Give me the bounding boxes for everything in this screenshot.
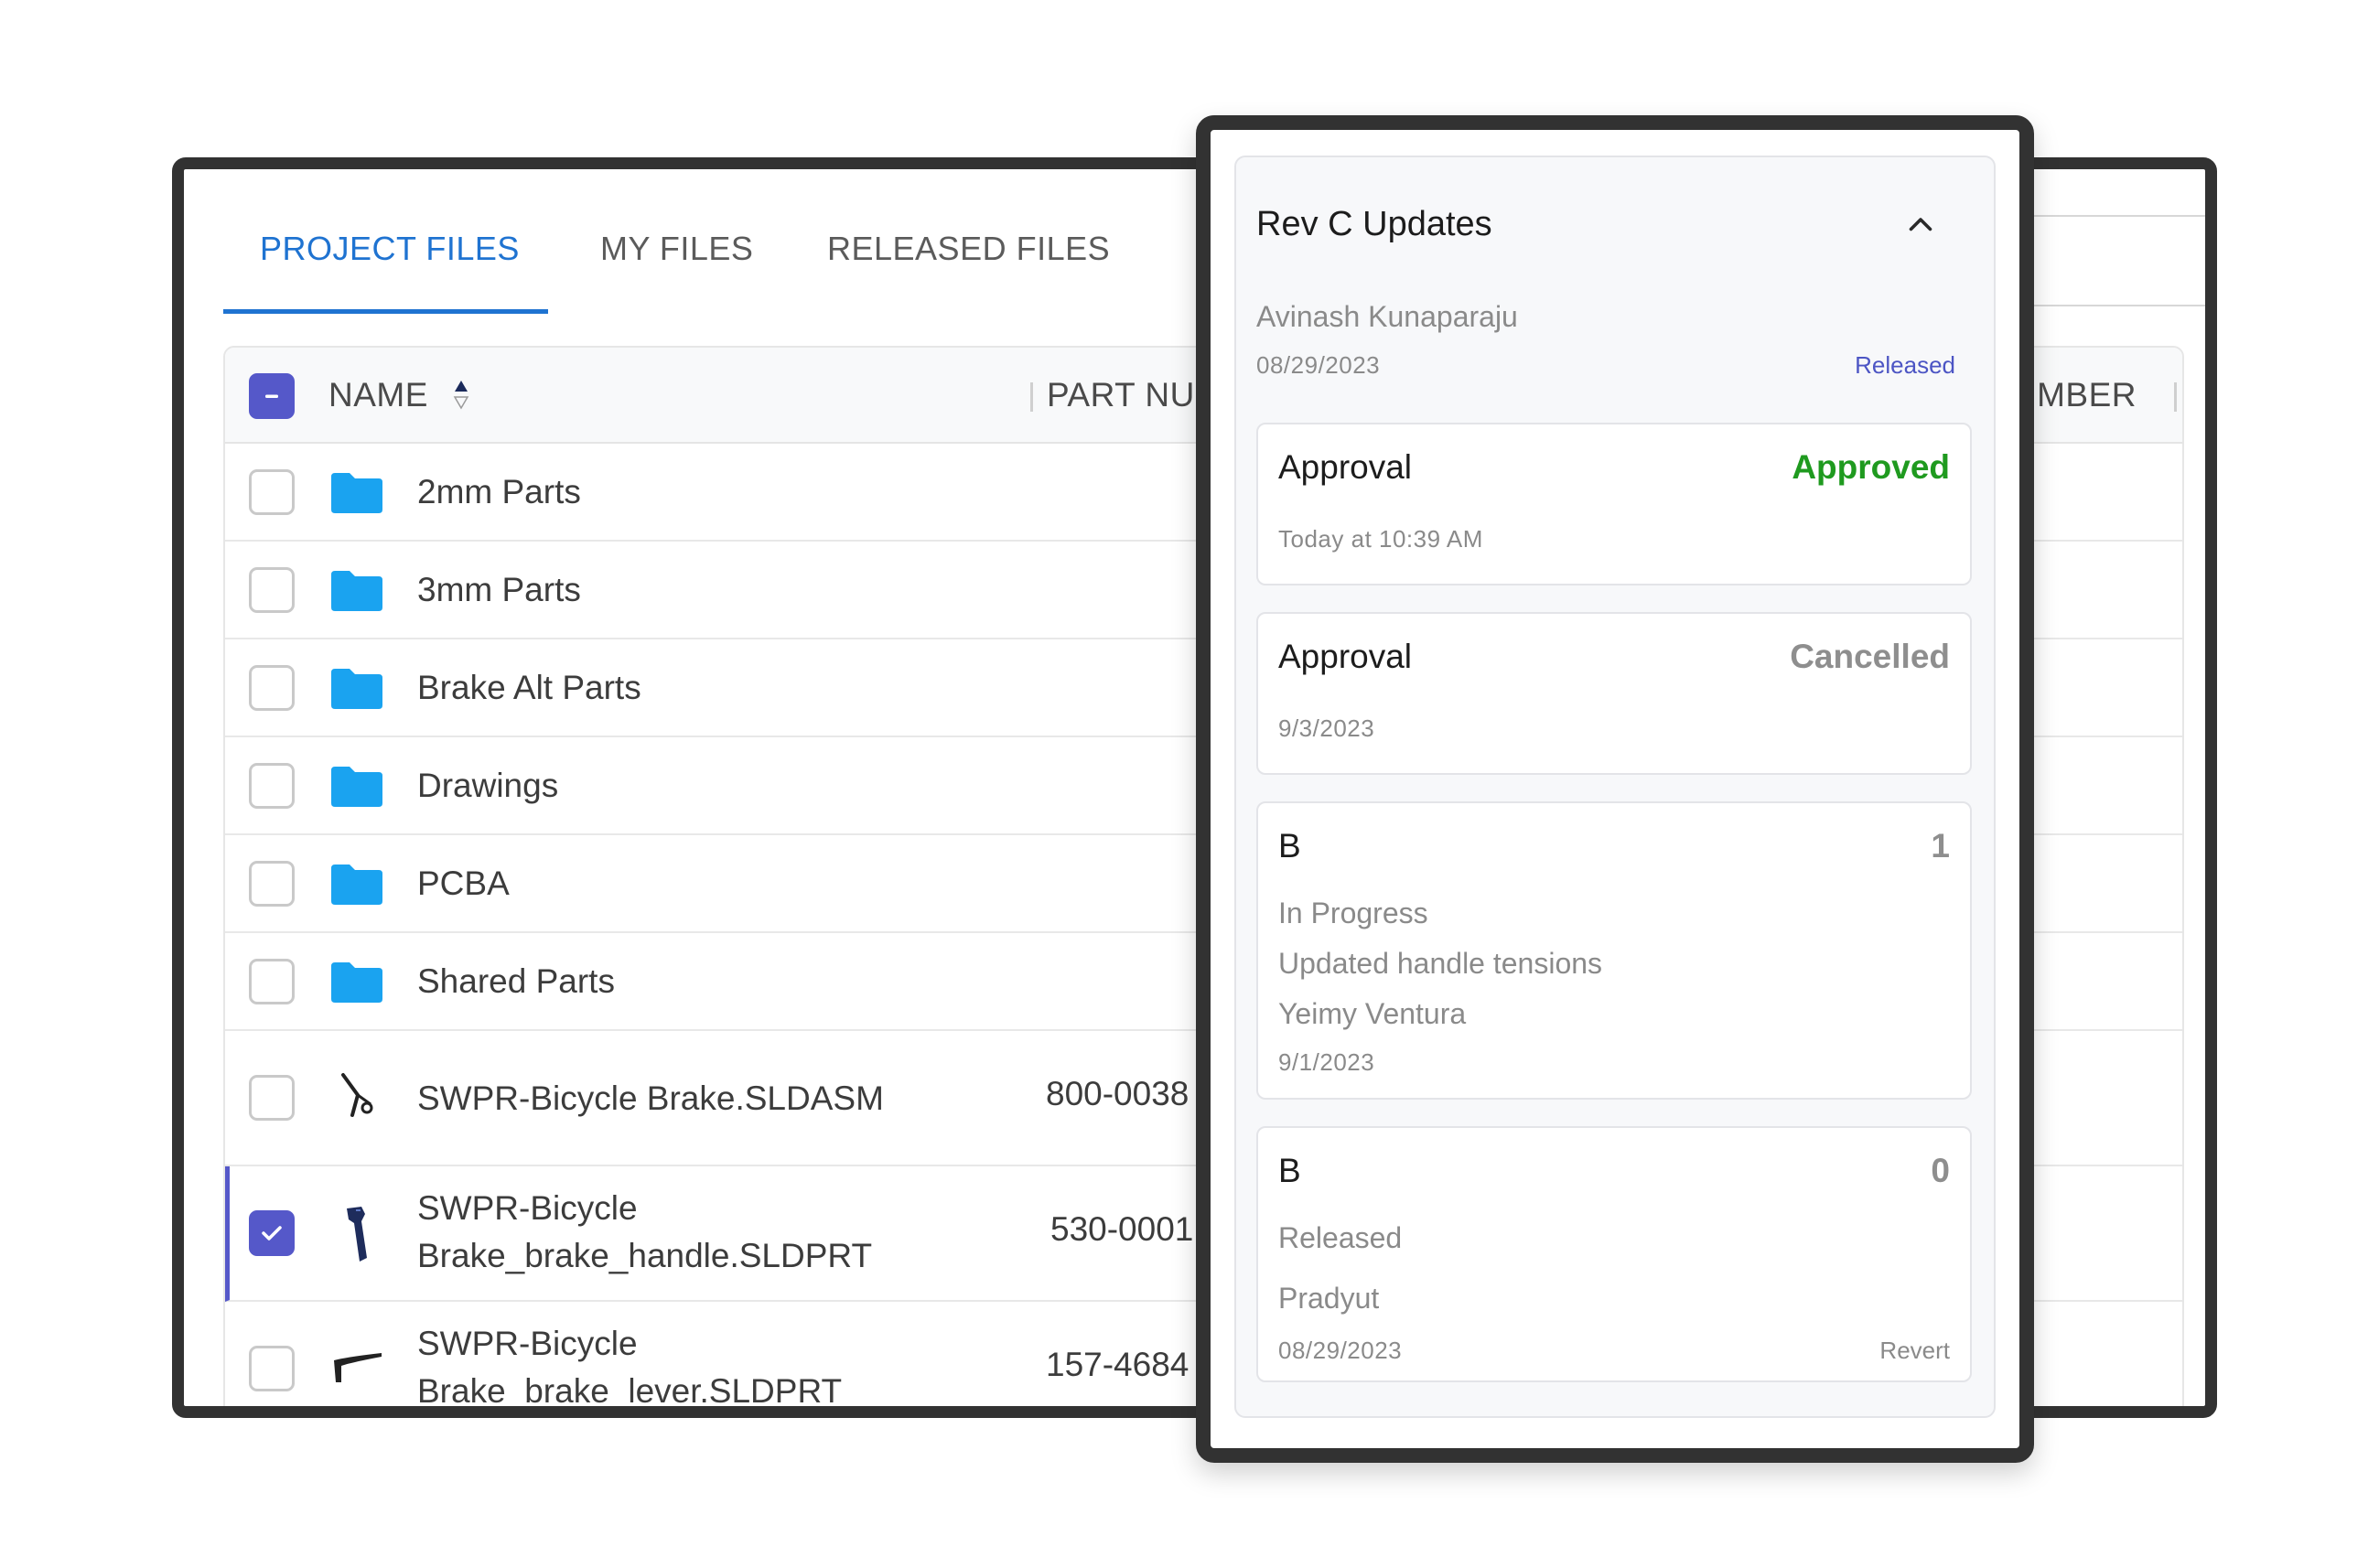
- row-name: SWPR-Bicycle Brake.SLDASM: [417, 1079, 884, 1117]
- revision-entry[interactable]: B 1 In Progress Updated handle tensions …: [1256, 801, 1972, 1100]
- minus-icon: [265, 394, 278, 398]
- revision-title: Rev C Updates: [1256, 205, 1492, 243]
- entry-title: B: [1278, 1152, 1301, 1189]
- entry-date: 9/3/2023: [1278, 714, 1375, 742]
- tab-project-files[interactable]: PROJECT FILES: [260, 230, 520, 268]
- entry-title: B: [1278, 827, 1301, 865]
- row-checkbox[interactable]: [249, 567, 295, 613]
- column-divider[interactable]: [1030, 382, 1033, 412]
- row-checkbox[interactable]: [249, 1210, 295, 1256]
- entry-number: 0: [1931, 1152, 1950, 1189]
- row-name: PCBA: [417, 865, 510, 902]
- select-all-checkbox[interactable]: [249, 373, 295, 419]
- tab-released-files[interactable]: RELEASED FILES: [827, 230, 1110, 268]
- row-name-line1: SWPR-Bicycle: [417, 1189, 638, 1227]
- row-name: Drawings: [417, 767, 559, 804]
- entry-person: Pradyut: [1278, 1282, 1380, 1315]
- entry-state: In Progress: [1278, 897, 1428, 929]
- revision-card: Rev C Updates Avinash Kunaparaju 08/29/2…: [1234, 156, 1996, 1418]
- revision-status-link[interactable]: Released: [1855, 351, 1955, 380]
- revision-date: 08/29/2023: [1256, 351, 1381, 379]
- column-header-part-number-tail: MBER: [2037, 376, 2137, 413]
- entry-date: 9/1/2023: [1278, 1048, 1375, 1076]
- folder-icon: [331, 865, 382, 905]
- row-name: 3mm Parts: [417, 571, 581, 608]
- folder-icon: [331, 669, 382, 709]
- entry-number: 1: [1931, 827, 1950, 865]
- folder-icon: [331, 767, 382, 807]
- entry-note: Updated handle tensions: [1278, 947, 1603, 980]
- row-name-line2: Brake_brake_lever.SLDPRT: [417, 1372, 843, 1410]
- row-name-line1: SWPR-Bicycle: [417, 1325, 638, 1362]
- row-part-number: 157-4684: [1046, 1346, 1190, 1383]
- brake-assembly-icon: [341, 1073, 373, 1117]
- column-header-part-number[interactable]: PART NUI: [1047, 376, 1205, 414]
- row-checkbox[interactable]: [249, 1346, 295, 1391]
- row-checkbox[interactable]: [249, 861, 295, 907]
- entry-title: Approval: [1278, 638, 1413, 675]
- row-checkbox[interactable]: [249, 469, 295, 515]
- approval-status-badge: Approved: [1792, 448, 1950, 486]
- active-tab-indicator: [223, 309, 548, 314]
- checkmark-icon: [262, 1226, 282, 1240]
- entry-state: Released: [1278, 1221, 1403, 1254]
- row-part-number: 800-0038: [1046, 1075, 1190, 1112]
- folder-icon: [331, 571, 382, 611]
- approval-entry[interactable]: Approval Cancelled 9/3/2023: [1256, 612, 1972, 775]
- row-name: 2mm Parts: [417, 473, 581, 510]
- row-part-number: 530-0001: [1050, 1210, 1194, 1248]
- tab-my-files[interactable]: MY FILES: [600, 230, 753, 268]
- entry-date: 08/29/2023: [1278, 1337, 1403, 1364]
- row-name: Brake Alt Parts: [417, 669, 641, 706]
- sort-ascending-icon[interactable]: [452, 379, 470, 412]
- entry-title: Approval: [1278, 448, 1413, 486]
- approval-entry[interactable]: Approval Approved Today at 10:39 AM: [1256, 423, 1972, 585]
- revert-link[interactable]: Revert: [1879, 1337, 1950, 1365]
- chevron-up-icon[interactable]: [1904, 209, 1937, 242]
- folder-icon: [331, 962, 382, 1003]
- revision-history-panel: Rev C Updates Avinash Kunaparaju 08/29/2…: [1196, 115, 2034, 1463]
- row-checkbox[interactable]: [249, 1075, 295, 1121]
- row-checkbox[interactable]: [249, 665, 295, 711]
- folder-icon: [331, 473, 382, 513]
- brake-handle-icon: [347, 1207, 367, 1262]
- revision-author: Avinash Kunaparaju: [1256, 300, 1518, 333]
- column-header-name[interactable]: NAME: [328, 376, 428, 414]
- row-checkbox[interactable]: [249, 763, 295, 809]
- approval-status-badge: Cancelled: [1790, 638, 1950, 675]
- row-checkbox[interactable]: [249, 959, 295, 1004]
- row-name-line2: Brake_brake_handle.SLDPRT: [417, 1237, 873, 1274]
- entry-person: Yeimy Ventura: [1278, 997, 1467, 1030]
- column-divider[interactable]: [2174, 382, 2177, 412]
- row-name: Shared Parts: [417, 962, 615, 1000]
- actions-dropdown-button[interactable]: ctions: [2011, 215, 2205, 306]
- entry-date: Today at 10:39 AM: [1278, 525, 1483, 553]
- revision-entry[interactable]: B 0 Released Pradyut 08/29/2023 Revert: [1256, 1126, 1972, 1382]
- brake-lever-icon: [334, 1353, 382, 1382]
